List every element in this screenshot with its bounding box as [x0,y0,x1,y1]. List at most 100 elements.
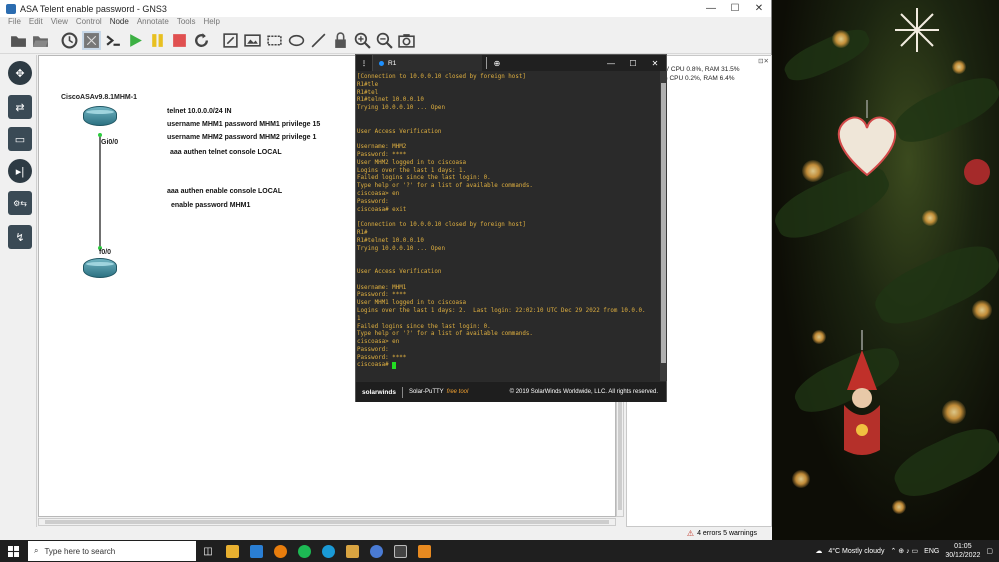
minimize-button[interactable]: — [699,3,723,14]
clock-date: 30/12/2022 [945,552,981,559]
solar-putty-taskbar-button[interactable] [412,540,436,562]
browse-security-devices-button[interactable]: ▸| [8,159,32,183]
terminal-line: User Access Verification [357,128,442,135]
menu-view[interactable]: View [51,17,68,28]
note-username-mhm2[interactable]: username MHM2 password MHM2 privilege 1 [167,134,316,141]
menu-control[interactable]: Control [76,17,102,28]
menu-file[interactable]: File [8,17,21,28]
gns3-icon [345,544,359,558]
errors-warnings-count[interactable]: 4 errors 5 warnings [697,530,757,537]
terminal-line: Username: MHM1 [357,284,407,291]
chrome-button[interactable] [364,540,388,562]
putty-minimize-button[interactable]: — [600,59,622,68]
terminal-line: Password: [357,198,389,205]
suspend-all-button[interactable] [148,31,167,50]
santa-ornament [844,330,880,455]
new-project-button[interactable] [9,31,28,50]
add-link-button[interactable]: ↯ [8,225,32,249]
asa-firewall-node[interactable] [83,106,117,126]
note-enable-password[interactable]: enable password MHM1 [171,202,250,209]
snowflake-ornament [895,8,939,52]
taskbar-search-box[interactable]: ⌕ Type here to search [28,541,196,561]
windows-logo-icon [7,545,19,557]
terminal-line: [Connection to 10.0.0.10 closed by forei… [357,74,526,80]
new-session-icon[interactable]: ⊕ [491,59,503,68]
close-icon[interactable]: ⊡✕ [758,57,769,65]
menu-tools[interactable]: Tools [177,17,196,28]
terminal-line: User MHM1 logged in to ciscoasa [357,300,467,307]
terminal-line: R1#telnet 10.0.0.10 [357,237,424,244]
browse-all-devices-button[interactable]: ⚙⇆ [8,191,32,215]
snapshot-button[interactable] [60,31,79,50]
terminal-scrollbar[interactable] [660,71,667,381]
menu-edit[interactable]: Edit [29,17,43,28]
show-interface-labels-button[interactable] [82,31,101,50]
gns3-taskbar-button[interactable] [340,540,364,562]
weather-text[interactable]: 4°C Mostly cloudy [828,548,884,555]
screenshot-button[interactable] [397,31,416,50]
session-tab-label: R1 [388,59,397,67]
note-aaa-telnet[interactable]: aaa authen telnet console LOCAL [170,149,282,156]
task-view-button[interactable]: ◫ [196,540,220,562]
terminal-line: 1 [357,315,361,322]
stop-all-button[interactable] [170,31,189,50]
terminal-output[interactable]: [Connection to 10.0.0.10 closed by forei… [356,71,660,381]
edge-button[interactable] [316,540,340,562]
terminal-line: Logins over the last 1 days: 1. [357,167,467,174]
terminal-line: Failed logins since the last login: 0. [357,175,491,182]
asa-port-label: Gi0/0 [101,139,119,146]
terminal-line: ciscoasa> en [357,339,400,346]
draw-rectangle-button[interactable] [265,31,284,50]
note-aaa-enable[interactable]: aaa authen enable console LOCAL [167,188,282,195]
putty-close-button[interactable]: ✕ [644,59,666,68]
notifications-icon[interactable]: ▢ [986,547,993,555]
browse-routers-button[interactable]: ✥ [8,61,32,85]
session-tab-r1[interactable]: R1 [372,55,482,71]
menu-annotate[interactable]: Annotate [137,17,169,28]
console-all-button[interactable] [104,31,123,50]
terminal-line: Password: **** [357,151,407,158]
add-note-button[interactable] [221,31,240,50]
file-explorer-button[interactable] [220,540,244,562]
menu-node[interactable]: Node [110,17,129,28]
desktop-app-button[interactable] [244,540,268,562]
tray-icons[interactable]: ⌃ ⊕ ♪ ▭ [890,547,918,555]
start-button[interactable] [0,540,26,562]
language-indicator[interactable]: ENG [924,548,939,555]
clock[interactable]: 01:05 30/12/2022 [945,542,980,560]
stop-icon [173,34,186,47]
spotify-button[interactable] [292,540,316,562]
blender-button[interactable] [268,540,292,562]
draw-ellipse-button[interactable] [287,31,306,50]
putty-menu-icon[interactable]: ⋮ [356,59,372,67]
open-project-button[interactable] [31,31,50,50]
start-all-button[interactable] [126,31,145,50]
zoom-out-button[interactable] [375,31,394,50]
folder-icon [225,544,239,558]
terminal-line: R1#telnet 10.0.0.10 [357,97,424,104]
note-username-mhm1[interactable]: username MHM1 password MHM1 privilege 15 [167,121,320,128]
r1-router-node[interactable] [83,258,117,278]
terminal-line: [Connection to 10.0.0.10 closed by forei… [357,222,526,229]
putty-maximize-button[interactable]: ☐ [622,59,644,68]
lock-items-button[interactable] [331,31,350,50]
browse-end-devices-button[interactable]: ▭ [8,127,32,151]
close-button[interactable]: ✕ [747,3,771,14]
spotify-icon [297,544,311,558]
browse-switches-button[interactable]: ⇄ [8,95,32,119]
terminal-prompt-line[interactable]: ciscoasa# [357,362,659,370]
zoom-in-button[interactable] [353,31,372,50]
product-name: Solar-PuTTY [408,389,444,395]
canvas-horizontal-scrollbar[interactable] [38,518,616,526]
reload-icon [195,33,208,47]
reload-all-button[interactable] [192,31,211,50]
terminal-app-button[interactable] [388,540,412,562]
chrome-icon [369,544,383,558]
insert-image-button[interactable] [243,31,262,50]
note-telnet[interactable]: telnet 10.0.0.0/24 IN [167,108,232,115]
menu-help[interactable]: Help [204,17,220,28]
draw-line-button[interactable] [309,31,328,50]
maximize-button[interactable]: ☐ [723,3,747,14]
